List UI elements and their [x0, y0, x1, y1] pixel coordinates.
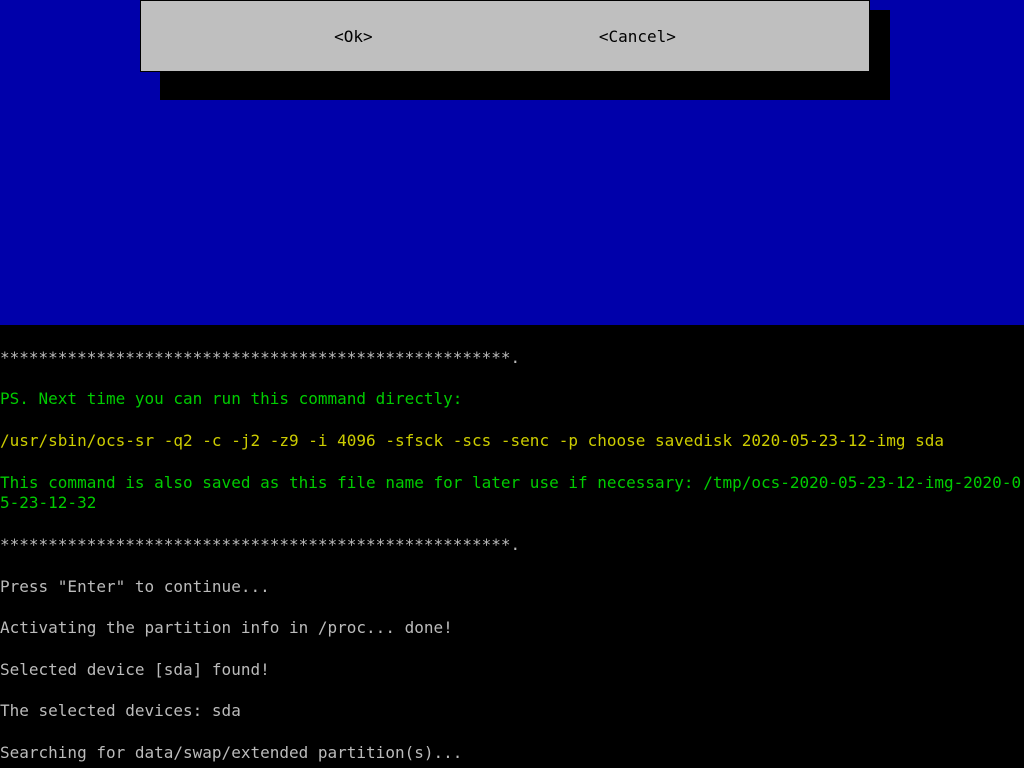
dialog-button-row: <Ok> <Cancel>	[141, 27, 869, 48]
terminal-line: Activating the partition info in /proc..…	[0, 618, 1024, 639]
separator-line: ****************************************…	[0, 535, 1024, 556]
terminal-line: Press "Enter" to continue...	[0, 577, 1024, 598]
cancel-button[interactable]: <Cancel>	[595, 27, 680, 48]
terminal-line: Selected device [sda] found!	[0, 660, 1024, 681]
ok-button[interactable]: <Ok>	[330, 27, 377, 48]
confirm-dialog: <Ok> <Cancel>	[140, 0, 870, 72]
separator-line: ****************************************…	[0, 348, 1024, 369]
terminal-line: This command is also saved as this file …	[0, 473, 1024, 515]
terminal-line: The selected devices: sda	[0, 701, 1024, 722]
terminal-line: Searching for data/swap/extended partiti…	[0, 743, 1024, 764]
terminal-line: PS. Next time you can run this command d…	[0, 389, 1024, 410]
terminal-output: ****************************************…	[0, 325, 1024, 768]
dialog-backdrop: <Ok> <Cancel>	[0, 0, 1024, 325]
terminal-line: /usr/sbin/ocs-sr -q2 -c -j2 -z9 -i 4096 …	[0, 431, 1024, 452]
